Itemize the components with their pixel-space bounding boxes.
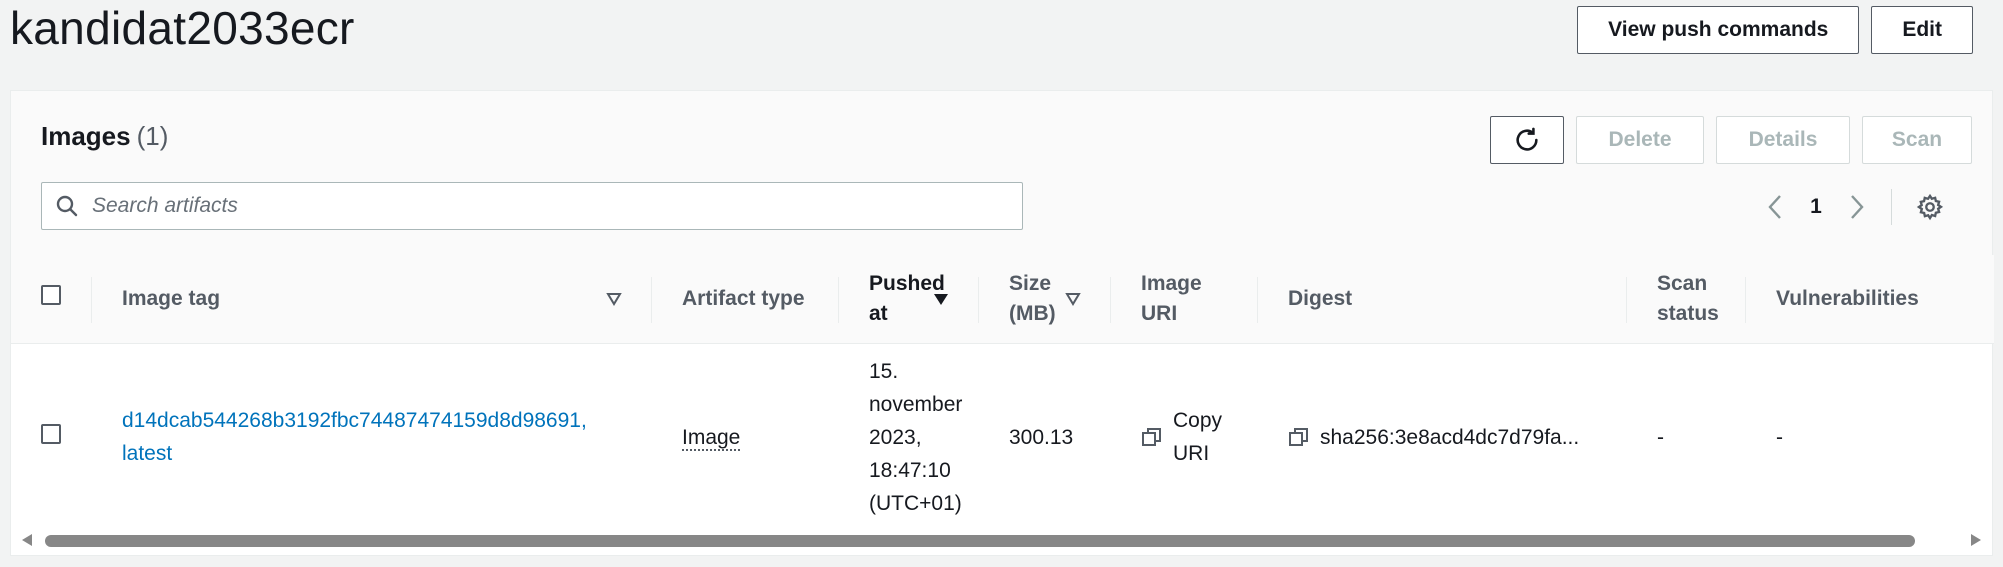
image-tag-link[interactable]: d14dcab544268b3192fbc74487474159d8d98691… [122, 404, 622, 470]
scan-status-value: - [1657, 425, 1664, 449]
search-icon [42, 194, 92, 218]
column-digest: Digest [1258, 255, 1627, 344]
column-artifact-type[interactable]: Artifact type [652, 255, 839, 344]
image-uri-cell: Copy URI [1111, 343, 1258, 531]
row-checkbox[interactable] [41, 423, 61, 444]
column-vulnerabilities: Vulnerabilities [1746, 255, 1994, 344]
preferences-button[interactable] [1910, 187, 1950, 227]
triangle-left-icon [22, 534, 32, 546]
pagination: 1 [1755, 187, 1950, 227]
scroll-left-arrow[interactable] [19, 532, 35, 548]
images-title: Images [41, 121, 131, 151]
pushed-at-value: 15. november 2023, 18:47:10 (UTC+01) [869, 359, 963, 515]
vulnerabilities-value: - [1776, 425, 1783, 449]
size-cell: 300.13 [979, 343, 1111, 531]
vulnerabilities-header-label: Vulnerabilities [1776, 286, 1919, 310]
scroll-right-arrow[interactable] [1968, 532, 1984, 548]
view-push-commands-button[interactable]: View push commands [1577, 6, 1860, 54]
copy-icon [1289, 428, 1308, 447]
size-value: 300.13 [1009, 425, 1074, 449]
image-uri-header-label: Image URI [1141, 271, 1202, 325]
digest-cell: sha256:3e8acd4dc7d79fa... [1258, 343, 1627, 531]
scan-button[interactable]: Scan [1862, 116, 1972, 164]
next-page-button[interactable] [1837, 187, 1877, 227]
page-title: kandidat2033ecr [10, 2, 355, 54]
copy-icon [1142, 428, 1161, 447]
gear-icon [1916, 193, 1944, 221]
refresh-button[interactable] [1490, 116, 1564, 164]
artifact-type-value[interactable]: Image [682, 425, 741, 451]
artifact-type-header-label: Artifact type [682, 286, 805, 310]
current-page[interactable]: 1 [1795, 195, 1837, 219]
copy-digest-button[interactable]: sha256:3e8acd4dc7d79fa... [1288, 421, 1597, 454]
copy-uri-label: Copy URI [1173, 409, 1223, 466]
pager-divider [1891, 189, 1892, 225]
select-all-checkbox[interactable] [41, 284, 61, 305]
images-table: Image tag Artifact type Pushed at Size (… [11, 255, 1994, 531]
images-count: (1) [136, 121, 169, 151]
vulnerabilities-cell: - [1746, 343, 1994, 531]
details-button[interactable]: Details [1716, 116, 1850, 164]
previous-page-button[interactable] [1755, 187, 1795, 227]
scan-status-header-label: Scan status [1657, 271, 1719, 325]
images-actions: Delete Details Scan [1490, 116, 1972, 164]
scan-status-cell: - [1627, 343, 1746, 531]
search-input[interactable] [92, 194, 992, 218]
chevron-left-icon [1768, 195, 1781, 219]
table-header-row: Image tag Artifact type Pushed at Size (… [11, 255, 1994, 344]
select-all-header [11, 255, 92, 344]
chevron-right-icon [1851, 195, 1864, 219]
pushed-at-cell: 15. november 2023, 18:47:10 (UTC+01) [839, 343, 979, 531]
triangle-right-icon [1971, 534, 1981, 546]
artifact-type-cell: Image [652, 343, 839, 531]
table-row: d14dcab544268b3192fbc74487474159d8d98691… [11, 343, 1994, 531]
sort-descending-icon [934, 293, 948, 305]
header-actions: View push commands Edit [1577, 6, 1973, 54]
row-select-cell [11, 343, 92, 531]
digest-header-label: Digest [1288, 286, 1353, 310]
digest-value: sha256:3e8acd4dc7d79fa... [1320, 425, 1580, 449]
delete-button[interactable]: Delete [1576, 116, 1704, 164]
column-image-uri: Image URI [1111, 255, 1258, 344]
column-size[interactable]: Size (MB) [979, 255, 1111, 344]
images-heading: Images (1) [41, 121, 168, 152]
pushed-at-header-label: Pushed at [869, 271, 945, 325]
column-pushed-at[interactable]: Pushed at [839, 255, 979, 344]
horizontal-scrollbar[interactable] [11, 525, 1992, 555]
edit-button[interactable]: Edit [1871, 6, 1973, 54]
sort-triangle-icon [606, 292, 622, 306]
scrollbar-thumb[interactable] [45, 535, 1915, 547]
search-box [41, 182, 1023, 230]
images-panel: Images(1) Delete Details Scan 1 [10, 90, 1994, 556]
image-tag-header-label: Image tag [122, 286, 221, 310]
image-tag-cell: d14dcab544268b3192fbc74487474159d8d98691… [92, 343, 652, 531]
column-scan-status: Scan status [1627, 255, 1746, 344]
size-header-label: Size (MB) [1009, 271, 1056, 325]
refresh-icon [1516, 127, 1538, 151]
column-image-tag[interactable]: Image tag [92, 255, 652, 344]
sort-triangle-icon [1065, 292, 1081, 306]
copy-uri-button[interactable]: Copy URI [1141, 404, 1228, 470]
